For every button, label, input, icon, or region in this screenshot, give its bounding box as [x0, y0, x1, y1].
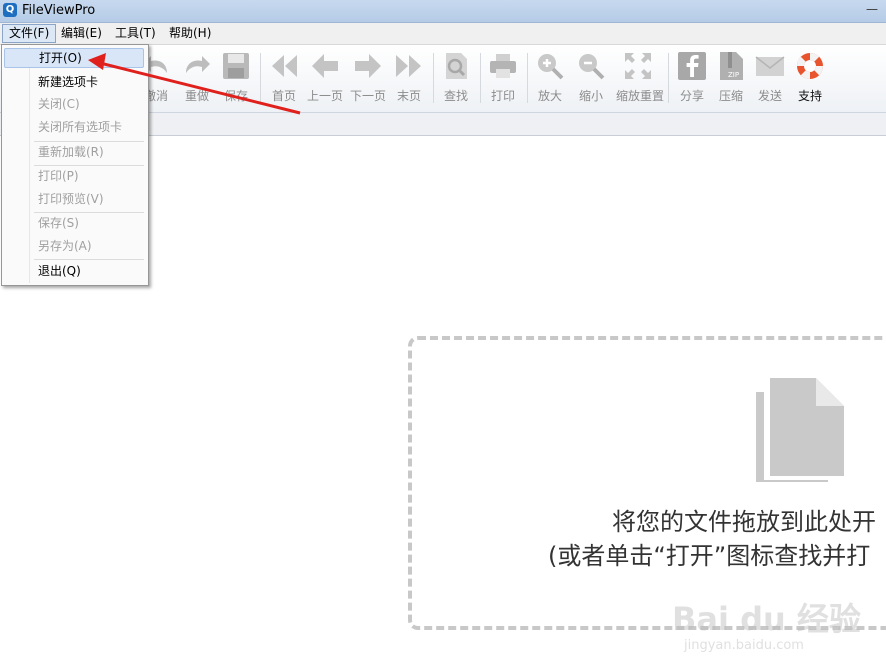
zip-icon: ZIP: [720, 52, 743, 80]
redo-button[interactable]: 重做: [175, 51, 219, 104]
redo-icon: [186, 56, 210, 73]
share-button[interactable]: 分享: [670, 51, 714, 104]
compress-button[interactable]: ZIP 压缩: [709, 51, 753, 104]
menu-bar: 文件(F) 编辑(E) 工具(T) 帮助(H): [0, 23, 886, 45]
first-page-button[interactable]: 首页: [262, 51, 306, 104]
send-button[interactable]: 发送: [748, 51, 792, 104]
zoom-in-icon: [538, 54, 564, 80]
menu-edit[interactable]: 编辑(E): [55, 25, 108, 42]
svg-text:ZIP: ZIP: [728, 71, 739, 79]
menu-item-new-tab[interactable]: 新建选项卡: [4, 72, 144, 92]
menu-item-save[interactable]: 保存(S): [4, 213, 144, 233]
menu-help[interactable]: 帮助(H): [163, 25, 217, 42]
menu-item-exit[interactable]: 退出(Q): [4, 261, 144, 281]
facebook-icon: [678, 52, 706, 80]
prev-page-icon: [312, 54, 338, 78]
menu-separator: [34, 259, 144, 260]
drop-instruction-line1: 将您的文件拖放到此处开: [612, 508, 876, 536]
first-page-icon: [272, 55, 297, 77]
save-button[interactable]: 保存: [214, 51, 258, 104]
menu-item-close[interactable]: 关闭(C): [4, 94, 144, 114]
window-title: FileViewPro: [22, 3, 96, 18]
zoom-out-button[interactable]: 缩小: [569, 51, 613, 104]
toolbar-separator: [260, 53, 261, 103]
watermark-logo: Bai du 经验: [672, 600, 861, 638]
toolbar-separator: [668, 53, 669, 103]
find-button[interactable]: 查找: [434, 51, 478, 104]
mail-icon: [755, 56, 785, 76]
find-icon: [446, 53, 467, 79]
file-menu-dropdown: 打开(O) 新建选项卡 关闭(C) 关闭所有选项卡 重新加载(R) 打印(P) …: [1, 44, 149, 286]
last-page-button[interactable]: 末页: [387, 51, 431, 104]
next-page-button[interactable]: 下一页: [346, 51, 390, 104]
lifebuoy-icon: [797, 52, 823, 80]
magnifier-icon: Q: [3, 3, 17, 17]
menu-tools[interactable]: 工具(T): [109, 25, 162, 42]
zoom-out-icon: [579, 54, 605, 80]
drop-instruction-line2: (或者单击“打开”图标查找并打: [548, 542, 871, 570]
menu-item-close-all-tabs[interactable]: 关闭所有选项卡: [4, 117, 144, 137]
menu-item-reload[interactable]: 重新加载(R): [4, 142, 144, 162]
next-page-icon: [355, 54, 381, 78]
support-button[interactable]: 支持: [788, 51, 832, 104]
watermark-url: jingyan.baidu.com: [684, 638, 804, 653]
menu-item-print-preview[interactable]: 打印预览(V): [4, 189, 144, 209]
zoom-reset-icon: [625, 53, 651, 79]
watermark: Bai du 经验 jingyan.baidu.com: [672, 594, 872, 664]
title-bar: Q FileViewPro —: [0, 0, 886, 23]
minimize-icon[interactable]: —: [866, 2, 878, 16]
documents-icon: [756, 378, 844, 482]
menu-item-save-as[interactable]: 另存为(A): [4, 236, 144, 256]
menu-file[interactable]: 文件(F): [2, 24, 57, 43]
print-icon: [490, 54, 516, 78]
prev-page-button[interactable]: 上一页: [303, 51, 347, 104]
print-button[interactable]: 打印: [481, 51, 525, 104]
menu-item-print[interactable]: 打印(P): [4, 166, 144, 186]
save-icon: [223, 53, 249, 79]
menu-item-open[interactable]: 打开(O): [4, 48, 144, 68]
file-drop-zone[interactable]: 将您的文件拖放到此处开 (或者单击“打开”图标查找并打: [408, 336, 886, 630]
last-page-icon: [396, 55, 421, 77]
zoom-in-button[interactable]: 放大: [528, 51, 572, 104]
zoom-reset-button[interactable]: 缩放重置: [616, 51, 664, 104]
